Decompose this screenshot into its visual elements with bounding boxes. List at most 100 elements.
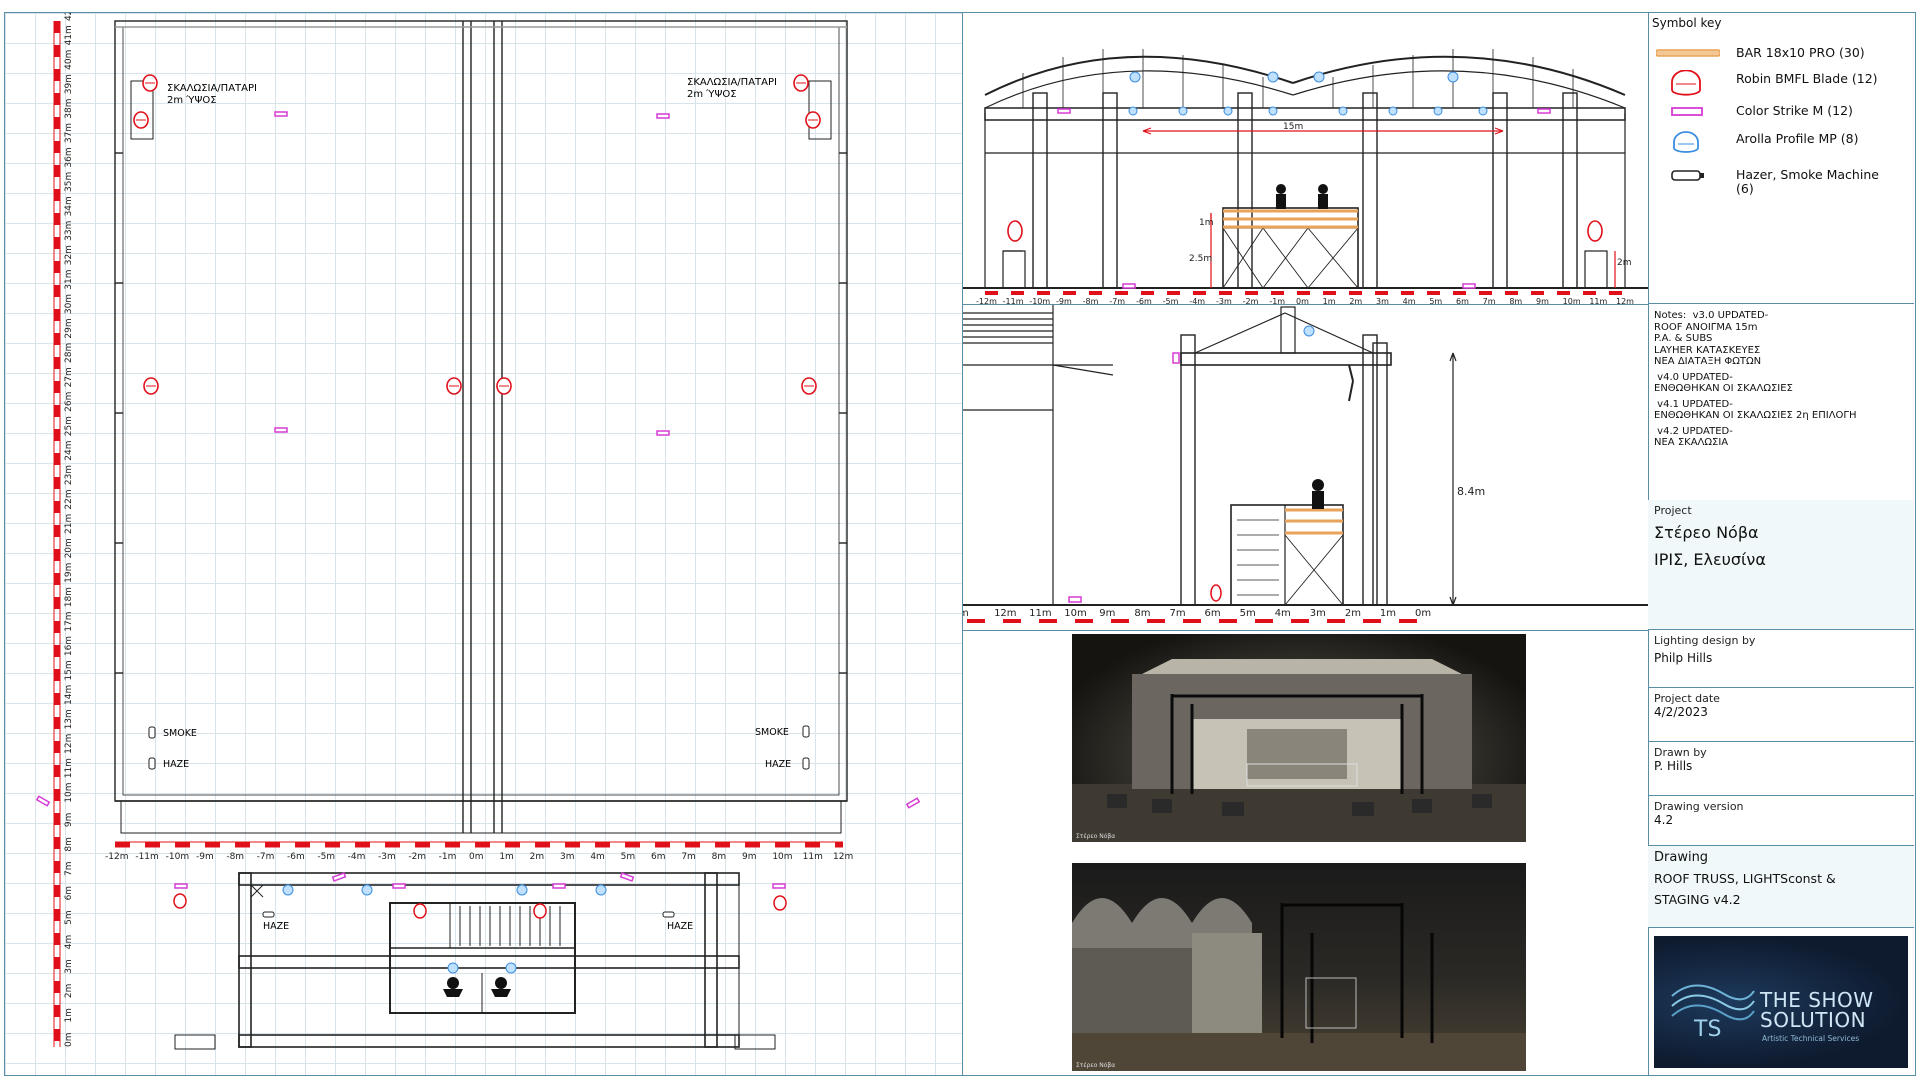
note-line: v4.1 UPDATED- bbox=[1654, 398, 1733, 410]
hscale-tick-label: 8m bbox=[712, 852, 727, 862]
svg-text:HAZE: HAZE bbox=[765, 759, 791, 770]
logo-tagline: Artistic Technical Services bbox=[1762, 1034, 1860, 1043]
svg-text:HAZE: HAZE bbox=[263, 921, 289, 932]
note-line: P.A. & SUBS bbox=[1654, 333, 1713, 344]
lighting-designer: Philp Hills bbox=[1654, 651, 1713, 665]
vscale-tick-label: 7m bbox=[64, 862, 74, 877]
drawn-by: P. Hills bbox=[1654, 759, 1693, 773]
profile-icon bbox=[1388, 106, 1398, 116]
profile-icon bbox=[1267, 71, 1279, 83]
render-side-view: Στέρεο Νόβα bbox=[1072, 863, 1526, 1071]
render-caption: Στέρεο Νόβα bbox=[1076, 833, 1116, 840]
key-row-bar: BAR 18x10 PRO (30) bbox=[1655, 42, 1906, 68]
key-row-bmfl: Robin BMFL Blade (12) bbox=[1656, 68, 1906, 96]
horizontal-scale: -12m -11m -10m -9m -8m -7m -6m -5m -4m -3m -2m -1m 0… bbox=[105, 841, 853, 862]
profile-icon bbox=[1178, 106, 1188, 116]
vscale-tick-label: 38m bbox=[64, 98, 74, 118]
vscale-tick-label: 34m bbox=[64, 196, 74, 216]
side-scale-tick-label: 2m bbox=[1345, 608, 1361, 619]
moving-head-red-icon bbox=[1656, 69, 1716, 96]
hscale-tick-label: -11m bbox=[135, 852, 158, 862]
drawing-title-2: STAGING v4.2 bbox=[1654, 892, 1741, 907]
vscale-tick-label: 37m bbox=[64, 123, 74, 143]
hazer-icon bbox=[148, 726, 156, 739]
vscale-tick-label: 33m bbox=[64, 221, 74, 241]
note-line: ΝΕΑ ΣΚΑΛΩΣΙΑ bbox=[1654, 437, 1729, 448]
svg-text:SMOKE: SMOKE bbox=[755, 727, 789, 738]
height-dimension: 8.4m bbox=[1457, 485, 1485, 498]
side-scale-tick-label: 8m bbox=[1134, 608, 1150, 619]
strobe-icon bbox=[35, 795, 51, 807]
strobe-icon bbox=[1462, 283, 1476, 289]
side-scale-tick-label: 0m bbox=[1415, 608, 1431, 619]
svg-text:ΣΚΑΛΩΣΙΑ/ΠΑΤΑΡΙ: ΣΚΑΛΩΣΙΑ/ΠΑΤΑΡΙ bbox=[167, 83, 257, 94]
hscale-tick-label: 4m bbox=[590, 852, 605, 862]
hscale-tick-label: 3m bbox=[560, 852, 575, 862]
profile-icon bbox=[1303, 325, 1315, 337]
moving-head-icon bbox=[773, 895, 787, 911]
strobe-icon bbox=[552, 883, 566, 889]
svg-text:HAZE: HAZE bbox=[163, 759, 189, 770]
hscale-tick-label: -8m bbox=[226, 852, 244, 862]
strobe-icon bbox=[772, 883, 786, 889]
hscale-tick-label: -10m bbox=[166, 852, 189, 862]
vscale-tick-label: 16m bbox=[64, 636, 74, 656]
scaffold-label-right: ΣΚΑΛΩΣΙΑ/ΠΑΤΑΡΙ 2m ΎΨΟΣ bbox=[687, 77, 832, 140]
vscale-tick-label: 24m bbox=[64, 440, 74, 460]
vscale-tick-label: 15m bbox=[64, 660, 74, 680]
side-elevation-pane: 8.4m m 12m 11m 10m 9m 8m 7m 6m 5m 4m 3m 2m 1m 0m bbox=[962, 304, 1650, 632]
dimension-label: 2.5m bbox=[1189, 254, 1212, 264]
side-scale-tick-label: 11m bbox=[1029, 608, 1051, 619]
hscale-tick-label: 7m bbox=[681, 852, 696, 862]
vscale-tick-label: 17m bbox=[64, 611, 74, 631]
note-line: ROOF ΑΝΟΙΓΜΑ 15m bbox=[1654, 321, 1758, 333]
profile-icon bbox=[1129, 71, 1141, 83]
vscale-tick-label: 0m bbox=[64, 1033, 74, 1048]
vscale-tick-label: 32m bbox=[64, 245, 74, 265]
hscale-tick-label: 5m bbox=[621, 852, 636, 862]
vscale-tick-label: 36m bbox=[64, 147, 74, 167]
project-date: 4/2/2023 bbox=[1654, 705, 1708, 719]
hscale-tick-label: 1m bbox=[499, 852, 514, 862]
project-venue: ΙΡΙΣ, Ελευσίνα bbox=[1654, 550, 1766, 569]
strobe-icon bbox=[656, 430, 670, 436]
render-front-image bbox=[1072, 659, 1526, 842]
vscale-tick-label: 8m bbox=[64, 837, 74, 852]
svg-text:SMOKE: SMOKE bbox=[163, 728, 197, 739]
render-caption: Στέρεο Νόβα bbox=[1076, 1062, 1116, 1069]
moving-head-icon bbox=[413, 903, 427, 919]
strobe-icon bbox=[174, 883, 188, 889]
render-side-image bbox=[1072, 898, 1526, 1071]
note-line: v4.0 UPDATED- bbox=[1654, 371, 1733, 383]
vscale-tick-label: 6m bbox=[64, 886, 74, 901]
vertical-scale: 0m 1m 2m 3m 4m 5m 6m 7m 8m 9m 10m 11m 12m 13m 14m 15m 16… bbox=[53, 13, 74, 1048]
vscale-tick-label: 13m bbox=[64, 709, 74, 729]
side-scale-tick-label: m bbox=[963, 608, 969, 619]
moving-head-icon bbox=[1210, 584, 1222, 602]
bar-fixture-icon bbox=[1655, 44, 1721, 68]
svg-text:2m ΎΨΟΣ: 2m ΎΨΟΣ bbox=[167, 94, 217, 106]
vscale-tick-label: 39m bbox=[64, 74, 74, 94]
revision-notes: Notes: v3.0 UPDATED- ROOF ΑΝΟΙΓΜΑ 15m P.A.… bbox=[1654, 310, 1910, 449]
hscale-tick-label: -1m bbox=[439, 852, 457, 862]
hscale-tick-label: -3m bbox=[378, 852, 396, 862]
moving-head-icon bbox=[533, 903, 547, 919]
stage-plan bbox=[174, 872, 776, 1050]
vscale-tick-label: 1m bbox=[64, 1008, 74, 1023]
profile-icon bbox=[361, 884, 373, 896]
profile-icon bbox=[282, 884, 294, 896]
key-row-arolla: Arolla Profile MP (8) bbox=[1656, 128, 1906, 154]
drawn-by-block: Drawn by P. Hills bbox=[1648, 742, 1914, 796]
note-line: ΕΝΘΩΘΗΚΑΝ ΟΙ ΣΚΑΛΩΣΙΕΣ 2η ΕΠΙΛΟΓΗ bbox=[1654, 410, 1857, 421]
hscale-tick-label: -7m bbox=[257, 852, 275, 862]
vscale-tick-label: 21m bbox=[64, 514, 74, 534]
moving-head-icon bbox=[801, 377, 817, 395]
drawing-version: 4.2 bbox=[1654, 813, 1674, 827]
profile-icon bbox=[1447, 71, 1459, 83]
vscale-tick-label: 27m bbox=[64, 367, 74, 387]
scaffold-railing bbox=[1285, 508, 1343, 535]
profile-icon bbox=[505, 962, 517, 974]
profile-icon bbox=[595, 884, 607, 896]
side-scale-tick-label: 7m bbox=[1169, 608, 1185, 619]
strobe-icon bbox=[619, 872, 635, 882]
